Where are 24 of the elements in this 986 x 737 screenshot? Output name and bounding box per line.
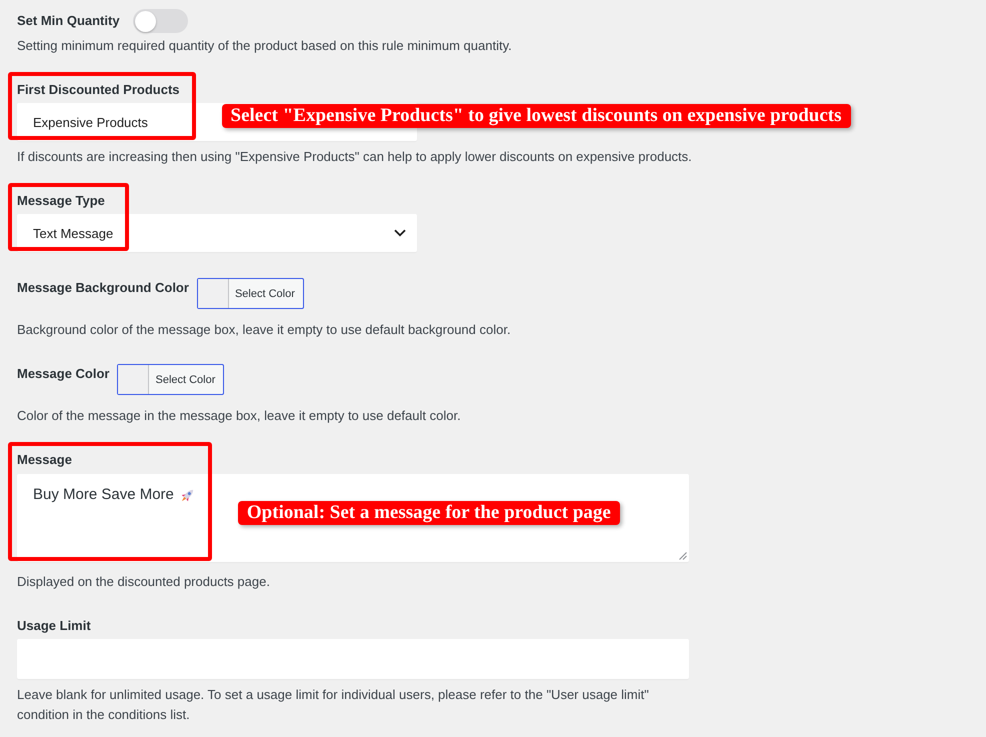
select-color-button[interactable]: Select Color <box>196 278 304 309</box>
field-description: Leave blank for unlimited usage. To set a usage limit for individual users, please refer to the "User usage limit" condition in the conditions list. <box>17 686 650 724</box>
resize-handle-icon <box>679 552 687 560</box>
color-swatch-icon <box>198 279 229 308</box>
field-description: If discounts are increasing then using "Expensive Products" can help to apply lower discounts on expensive products. <box>17 148 692 166</box>
field-description: Color of the message in the message box, leave it empty to use default color. <box>17 407 461 425</box>
toggle-switch[interactable] <box>132 9 188 33</box>
annotation-tooltip: Optional: Set a message for the product page <box>238 501 620 525</box>
field-label: Message Color <box>17 365 110 383</box>
field-description: Setting minimum required quantity of the product based on this rule minimum quantity. <box>17 37 512 55</box>
annotation-tooltip: Select "Expensive Products" to give lowest discounts on expensive products <box>222 104 851 128</box>
field-label: Message <box>17 451 73 469</box>
field-label: Set Min Quantity <box>17 12 120 30</box>
field-description: Background color of the message box, leave it empty to use default background color. <box>17 321 511 339</box>
field-description: Displayed on the discounted products page. <box>17 573 270 591</box>
color-swatch-icon <box>118 365 150 394</box>
field-label: Message Type <box>17 192 106 210</box>
field-label: Usage Limit <box>17 617 91 635</box>
field-label: Message Background Color <box>17 279 189 297</box>
select-color-button[interactable]: Select Color <box>117 364 224 395</box>
field-label: First Discounted Products <box>17 81 180 99</box>
chevron-down-icon <box>394 229 406 237</box>
dropdown-select[interactable]: Text Message <box>17 214 417 252</box>
input-field[interactable] <box>17 639 689 679</box>
